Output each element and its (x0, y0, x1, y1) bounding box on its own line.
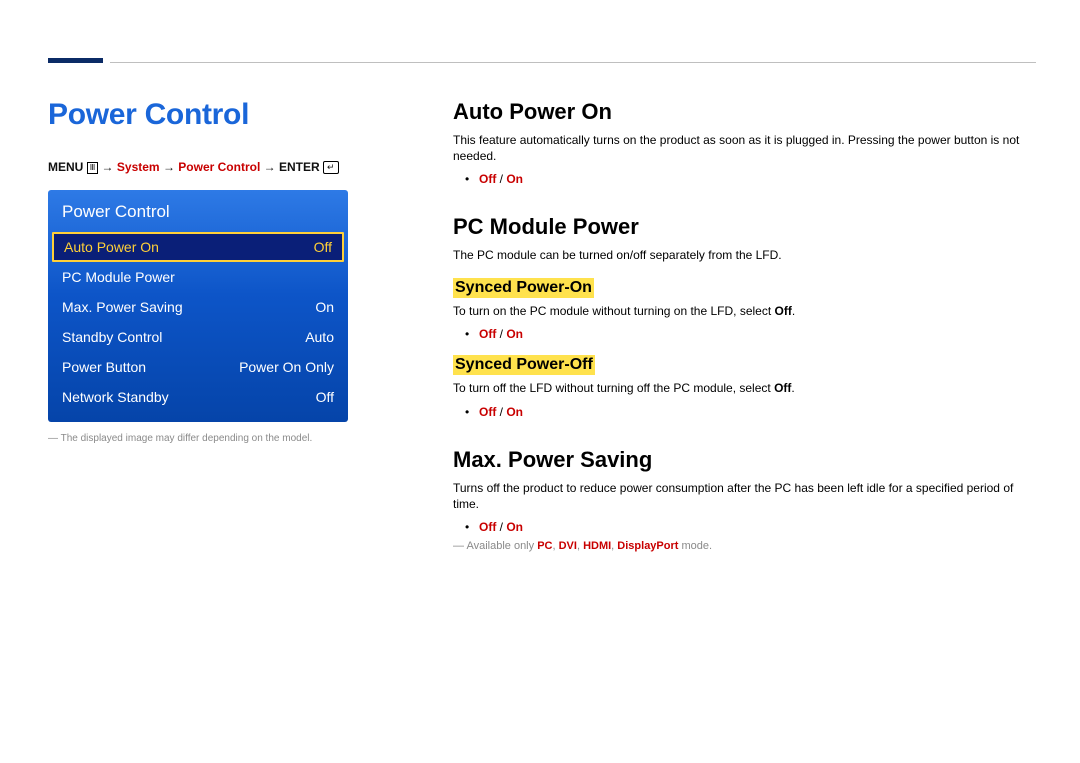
right-column: Auto Power On This feature automatically… (453, 99, 1036, 552)
osd-row-label: Network Standby (62, 389, 169, 405)
option-on: On (506, 520, 523, 534)
osd-row-label: Power Button (62, 359, 146, 375)
mode-name: DVI (559, 540, 577, 552)
breadcrumb: MENU Ⅲ → System → Power Control → ENTER … (48, 160, 378, 174)
max-saving-desc: Turns off the product to reduce power co… (453, 481, 1036, 512)
option-on: On (506, 327, 523, 341)
menu-icon: Ⅲ (87, 162, 99, 174)
option-off: Off (479, 405, 496, 419)
osd-row[interactable]: Network Standby Off (48, 382, 348, 412)
osd-row[interactable]: PC Module Power (48, 262, 348, 292)
breadcrumb-menu: MENU (48, 160, 83, 174)
mode-name: HDMI (583, 540, 611, 552)
osd-footnote: The displayed image may differ depending… (48, 432, 378, 445)
pc-module-desc: The PC module can be turned on/off separ… (453, 248, 1036, 264)
option-on: On (506, 172, 523, 186)
osd-row-value: Off (314, 239, 332, 255)
option-off: Off (479, 520, 496, 534)
osd-row-label: Auto Power On (64, 239, 159, 255)
breadcrumb-arrow: → (163, 160, 175, 174)
osd-row[interactable]: Standby Control Auto (48, 322, 348, 352)
breadcrumb-system: System (117, 160, 160, 174)
breadcrumb-arrow: → (264, 160, 276, 174)
osd-row-value: Off (316, 389, 334, 405)
option-off: Off (479, 327, 496, 341)
synced-on-options: Off / On (479, 327, 1036, 341)
osd-panel: Power Control Auto Power On Off PC Module … (48, 190, 348, 422)
breadcrumb-enter: ENTER (279, 160, 320, 174)
subsection-synced-power-off: Synced Power-Off (453, 355, 595, 375)
mode-name: PC (537, 540, 552, 552)
osd-title: Power Control (48, 190, 348, 232)
synced-off-desc: To turn off the LFD without turning off … (453, 381, 1036, 397)
section-title-max-saving: Max. Power Saving (453, 447, 1036, 473)
max-saving-options: Off / On (479, 520, 1036, 534)
left-column: Power Control MENU Ⅲ → System → Power Co… (48, 98, 378, 445)
osd-row-value: Power On Only (239, 359, 334, 375)
header-divider (110, 62, 1036, 63)
osd-row-value: On (315, 299, 334, 315)
synced-on-desc: To turn on the PC module without turning… (453, 304, 1036, 320)
subsection-synced-power-on: Synced Power-On (453, 278, 594, 298)
osd-row-label: PC Module Power (62, 269, 175, 285)
breadcrumb-power-control: Power Control (178, 160, 260, 174)
synced-off-options: Off / On (479, 405, 1036, 419)
max-saving-note: Available only PC, DVI, HDMI, DisplayPor… (453, 540, 1036, 552)
option-on: On (506, 405, 523, 419)
auto-power-on-desc: This feature automatically turns on the … (453, 133, 1036, 164)
option-off: Off (479, 172, 496, 186)
auto-power-on-options: Off / On (479, 172, 1036, 186)
section-title-pc-module: PC Module Power (453, 214, 1036, 240)
enter-icon: ↵ (323, 161, 339, 174)
osd-row-label: Standby Control (62, 329, 162, 345)
osd-row[interactable]: Auto Power On Off (52, 232, 344, 262)
header-marker (48, 58, 103, 63)
mode-name: DisplayPort (617, 540, 678, 552)
page-title: Power Control (48, 98, 378, 132)
osd-row[interactable]: Power Button Power On Only (48, 352, 348, 382)
osd-row[interactable]: Max. Power Saving On (48, 292, 348, 322)
osd-row-value: Auto (305, 329, 334, 345)
section-title-auto-power-on: Auto Power On (453, 99, 1036, 125)
osd-row-label: Max. Power Saving (62, 299, 183, 315)
breadcrumb-arrow: → (102, 160, 114, 174)
